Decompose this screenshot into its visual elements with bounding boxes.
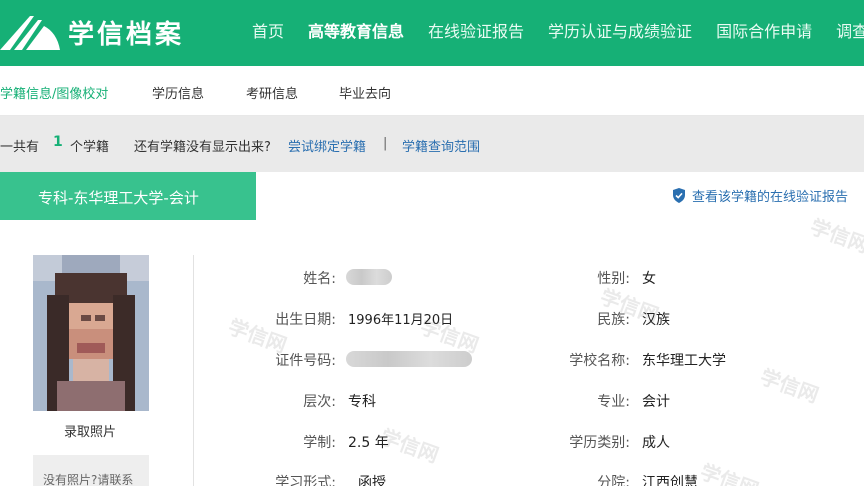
logo-icon xyxy=(0,16,60,50)
missing-question: 还有学籍没有显示出来? xyxy=(134,140,271,155)
ethnicity-value: 汉族 xyxy=(642,312,670,328)
level-label: 层次: xyxy=(303,394,336,410)
logo-text: 学信档案 xyxy=(68,19,185,50)
link-separator: | xyxy=(383,136,388,151)
nav-higher-education[interactable]: 高等教育信息 xyxy=(308,18,404,42)
nav-international[interactable]: 国际合作申请 xyxy=(716,18,812,42)
school-label: 学校名称: xyxy=(569,353,630,369)
branch-value: 江西创慧 xyxy=(642,475,698,486)
tab-destination[interactable]: 毕业去向 xyxy=(339,83,391,102)
nav-certification[interactable]: 学历认证与成绩验证 xyxy=(548,18,692,42)
watermark: 学信网 xyxy=(757,364,822,408)
bind-record-link[interactable]: 尝试绑定学籍 xyxy=(288,136,366,155)
school-value: 东华理工大学 xyxy=(642,353,726,369)
watermark: 学信网 xyxy=(807,214,864,258)
duration-label: 学制: xyxy=(303,435,336,451)
name-value-redacted xyxy=(346,269,392,285)
tab-postgrad-exam[interactable]: 考研信息 xyxy=(246,83,298,102)
count-suffix: 个学籍 xyxy=(70,140,110,155)
branch-label: 分院: xyxy=(597,475,630,486)
no-photo-contact[interactable]: 没有照片?请联系 xyxy=(33,455,149,486)
query-scope-link[interactable]: 学籍查询范围 xyxy=(402,136,480,155)
sub-nav: 学籍信息/图像校对 学历信息 考研信息 毕业去向 xyxy=(0,66,864,116)
logo[interactable]: 学信档案 xyxy=(0,8,184,56)
major-label: 专业: xyxy=(597,394,630,410)
count-prefix: 一共有 xyxy=(0,140,40,155)
shield-icon xyxy=(673,188,685,203)
verify-report-label: 查看该学籍的在线验证报告 xyxy=(692,190,849,205)
watermark: 学信网 xyxy=(697,459,762,486)
main-nav: 首页 高等教育信息 在线验证报告 学历认证与成绩验证 国际合作申请 调查/投 xyxy=(252,0,864,60)
form-value: 函授 xyxy=(358,475,386,486)
form-label: 学习形式: xyxy=(275,475,336,486)
tab-degree[interactable]: 学历信息 xyxy=(152,83,204,102)
vertical-divider xyxy=(193,255,194,486)
id-label: 证件号码: xyxy=(275,353,336,369)
gender-label: 性别: xyxy=(597,271,630,287)
name-label: 姓名: xyxy=(303,271,336,287)
birth-value: 1996年11月20日 xyxy=(348,313,454,328)
nav-survey[interactable]: 调查/投 xyxy=(836,18,864,42)
major-value: 会计 xyxy=(642,394,670,410)
birth-label: 出生日期: xyxy=(275,312,336,328)
enrollment-photo xyxy=(33,255,149,411)
gender-value: 女 xyxy=(642,271,656,287)
nav-home[interactable]: 首页 xyxy=(252,18,284,42)
photo-label: 录取照片 xyxy=(64,425,117,440)
nav-online-report[interactable]: 在线验证报告 xyxy=(428,18,524,42)
id-value-redacted xyxy=(346,351,472,367)
top-header: 学信档案 首页 高等教育信息 在线验证报告 学历认证与成绩验证 国际合作申请 调… xyxy=(0,0,864,66)
record-title-tab[interactable]: 专科-东华理工大学-会计 xyxy=(0,172,256,220)
record-count-bar: 一共有 1 个学籍 还有学籍没有显示出来? 尝试绑定学籍 | 学籍查询范围 xyxy=(0,116,864,172)
level-value: 专科 xyxy=(348,394,376,410)
ethnicity-label: 民族: xyxy=(597,312,630,328)
category-value: 成人 xyxy=(642,435,670,451)
tab-enrollment[interactable]: 学籍信息/图像校对 xyxy=(0,83,108,102)
category-label: 学历类别: xyxy=(569,435,630,451)
duration-value: 2.5 年 xyxy=(348,435,389,451)
record-count: 1 xyxy=(53,134,63,150)
verify-report-link[interactable]: 查看该学籍的在线验证报告 xyxy=(672,186,848,205)
